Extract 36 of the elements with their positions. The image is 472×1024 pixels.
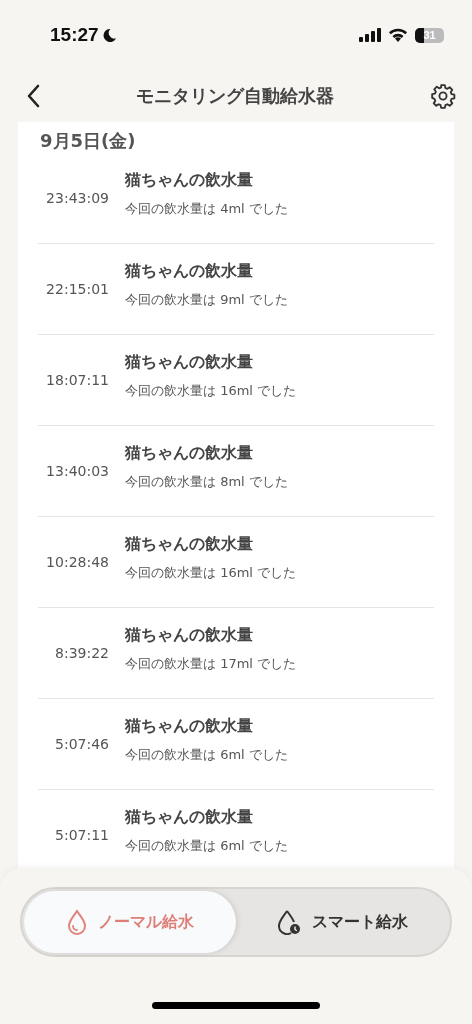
record-detail: 今回の飲水量は 8ml でした xyxy=(125,473,288,491)
status-time: 15:27 xyxy=(50,24,99,46)
record-time: 18:07:11 xyxy=(45,372,110,388)
record-detail: 今回の飲水量は 17ml でした xyxy=(125,655,297,673)
record-detail: 今回の飲水量は 9ml でした xyxy=(125,291,288,309)
drop-icon xyxy=(66,909,88,935)
record-time: 13:40:03 xyxy=(45,463,110,479)
record-detail: 今回の飲水量は 16ml でした xyxy=(125,564,297,582)
drop-clock-icon xyxy=(276,909,302,935)
record-title: 猫ちゃんの飲水量 xyxy=(125,534,254,555)
record-title: 猫ちゃんの飲水量 xyxy=(125,170,254,191)
record-title: 猫ちゃんの飲水量 xyxy=(125,625,254,646)
signal-icon xyxy=(359,28,381,42)
record-detail: 今回の飲水量は 16ml でした xyxy=(125,382,297,400)
record-time: 23:43:09 xyxy=(45,190,110,206)
record-time: 22:15:01 xyxy=(45,281,110,297)
record-detail: 今回の飲水量は 6ml でした xyxy=(125,837,288,855)
record-title: 猫ちゃんの飲水量 xyxy=(125,807,254,828)
mode-tab[interactable]: スマート給水 xyxy=(236,891,448,953)
record-detail: 今回の飲水量は 4ml でした xyxy=(125,200,288,218)
record-title: 猫ちゃんの飲水量 xyxy=(125,716,254,737)
record-time: 5:07:11 xyxy=(54,827,110,843)
record-time: 8:39:22 xyxy=(54,645,110,661)
wifi-icon xyxy=(388,28,408,42)
page-title: モニタリング自動給水器 xyxy=(136,84,334,108)
record-title: 猫ちゃんの飲水量 xyxy=(125,261,254,282)
record-title: 猫ちゃんの飲水量 xyxy=(125,352,254,373)
battery-icon: 31 xyxy=(415,27,444,43)
record-time: 10:28:48 xyxy=(45,554,110,570)
back-icon[interactable] xyxy=(26,84,40,108)
record-time: 5:07:46 xyxy=(54,736,110,752)
record-detail: 今回の飲水量は 6ml でした xyxy=(125,746,288,764)
record-title: 猫ちゃんの飲水量 xyxy=(125,443,254,464)
settings-icon[interactable] xyxy=(430,83,456,109)
date-heading: 9月5日(金) xyxy=(39,129,137,153)
moon-icon xyxy=(101,27,117,43)
